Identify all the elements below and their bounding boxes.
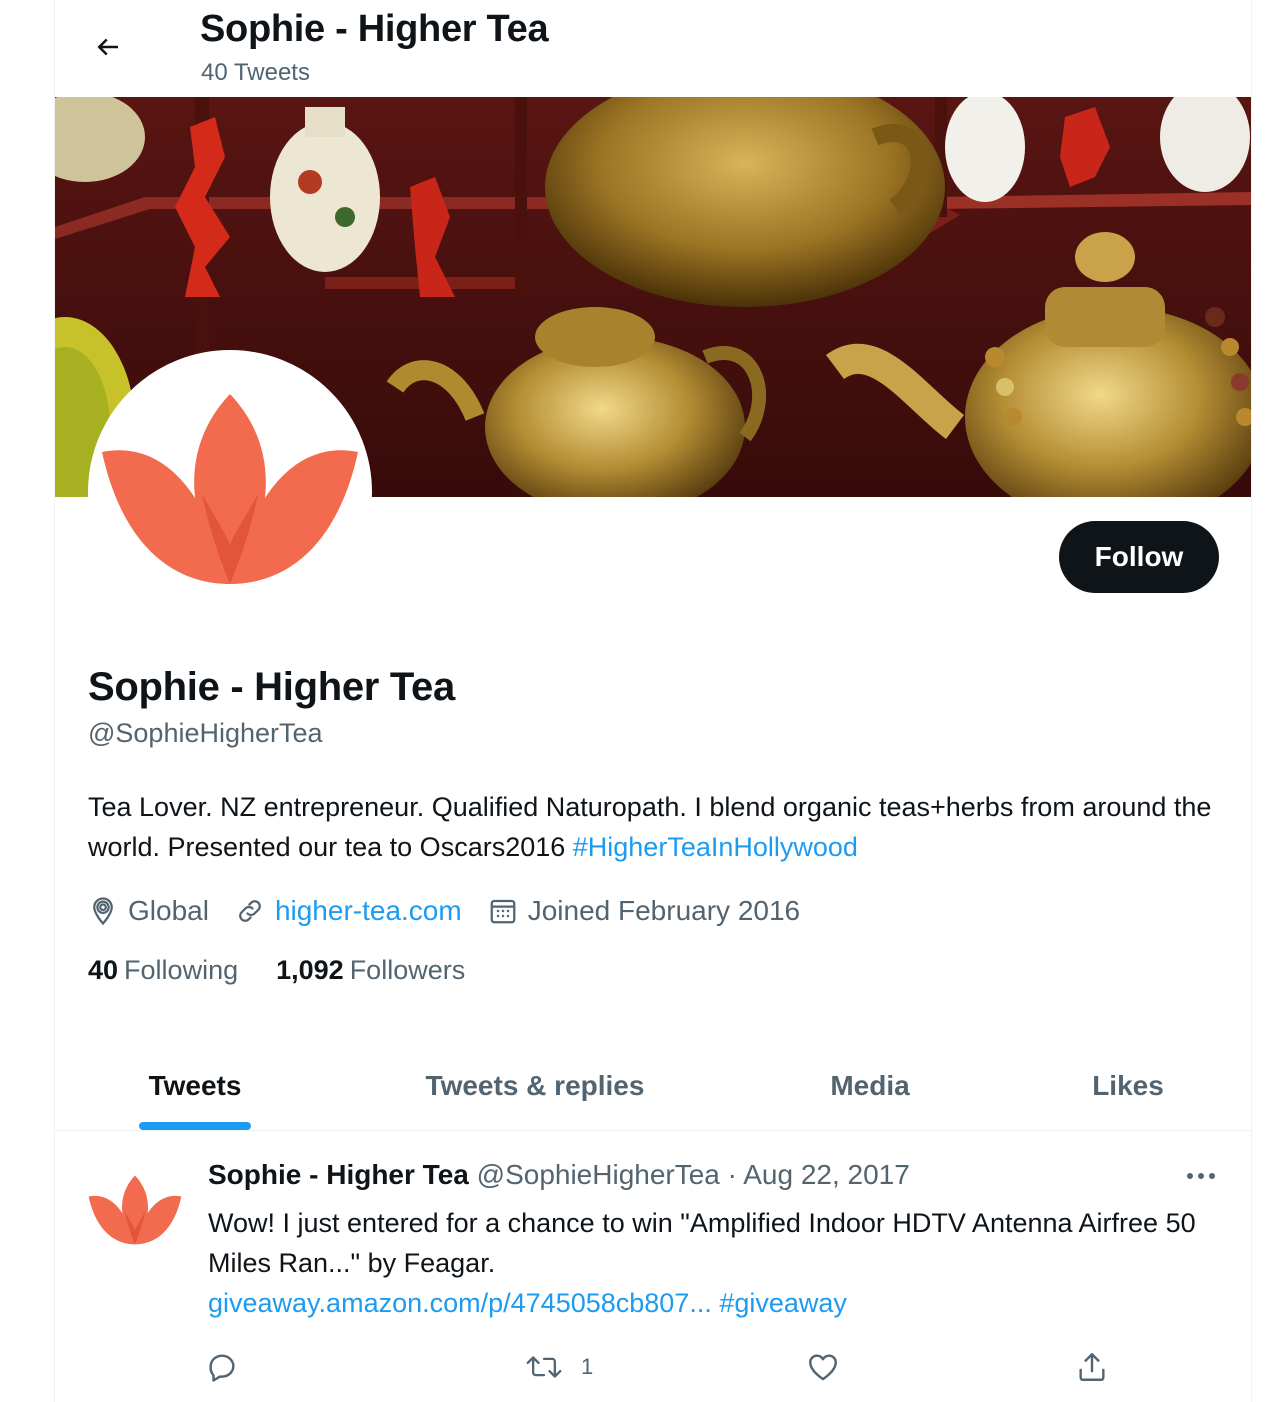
- tweet-text: Wow! I just entered for a chance to win …: [208, 1208, 1196, 1278]
- follow-button[interactable]: Follow: [1059, 521, 1219, 593]
- share-icon: [1079, 1353, 1105, 1381]
- joined-text: Joined February 2016: [527, 895, 801, 926]
- reply-button[interactable]: [205, 1345, 239, 1389]
- lotus-logo-icon: [85, 1161, 185, 1261]
- following-count-link[interactable]: 40 Following: [88, 955, 238, 986]
- back-button[interactable]: [85, 24, 131, 70]
- tab-tweets[interactable]: Tweets: [55, 1040, 335, 1131]
- tweet-more-button[interactable]: [1183, 1161, 1219, 1191]
- bio-hashtag-link[interactable]: #HigherTeaInHollywood: [573, 832, 858, 862]
- profile-tabs: Tweets Tweets & replies Media Likes: [55, 1040, 1251, 1131]
- tab-likes[interactable]: Likes: [1005, 1040, 1251, 1131]
- tweet-separator: ·: [727, 1159, 737, 1190]
- profile-column: Sophie - Higher Tea 40 Tweets Follow Sop…: [54, 0, 1252, 1402]
- header-title: Sophie - Higher Tea: [200, 8, 549, 50]
- tweet-author-name[interactable]: Sophie - Higher Tea: [208, 1159, 469, 1190]
- followers-count-link[interactable]: 1,092 Followers: [276, 955, 465, 986]
- following-label: Following: [124, 955, 239, 985]
- lotus-logo-icon: [92, 354, 368, 630]
- tweet-body: Wow! I just entered for a chance to win …: [208, 1203, 1208, 1323]
- website-item: higher-tea.com: [235, 895, 462, 927]
- header-tweet-count: 40 Tweets: [201, 59, 310, 86]
- profile-header: Sophie - Higher Tea 40 Tweets: [55, 0, 1251, 97]
- arrow-left-icon: [97, 38, 118, 56]
- location-item: Global: [88, 895, 209, 927]
- tweet-date[interactable]: Aug 22, 2017: [743, 1159, 910, 1190]
- tweet-header: Sophie - Higher Tea @SophieHigherTea · A…: [208, 1159, 910, 1191]
- calendar-icon: [490, 899, 516, 924]
- retweet-button[interactable]: 1: [525, 1345, 593, 1389]
- location-text: Global: [128, 895, 209, 926]
- location-pin-icon: [93, 897, 113, 926]
- profile-counts: 40 Following 1,092 Followers: [88, 955, 503, 986]
- tab-media[interactable]: Media: [735, 1040, 1005, 1131]
- joined-item: Joined February 2016: [488, 895, 800, 927]
- share-button[interactable]: [1075, 1345, 1109, 1389]
- tab-tweets-and-replies[interactable]: Tweets & replies: [335, 1040, 735, 1131]
- active-tab-indicator: [139, 1122, 251, 1130]
- tweet-link[interactable]: giveaway.amazon.com/p/4745058cb807...: [208, 1288, 712, 1318]
- reply-icon: [209, 1354, 235, 1382]
- profile-avatar[interactable]: [88, 350, 372, 634]
- profile-handle: @SophieHigherTea: [88, 718, 323, 748]
- link-icon: [239, 900, 261, 922]
- followers-count: 1,092: [276, 955, 344, 985]
- tweet-avatar[interactable]: [85, 1161, 185, 1261]
- tweet-hashtag[interactable]: #giveaway: [719, 1288, 847, 1318]
- tweet-author-handle[interactable]: @SophieHigherTea: [477, 1159, 720, 1190]
- profile-meta: Global higher-tea.com Joined February 20…: [88, 891, 826, 931]
- following-count: 40: [88, 955, 119, 985]
- more-horizontal-icon: [1187, 1173, 1215, 1179]
- tweet-item[interactable]: Sophie - Higher Tea @SophieHigherTea · A…: [55, 1131, 1251, 1402]
- profile-bio: Tea Lover. NZ entrepreneur. Qualified Na…: [88, 787, 1218, 867]
- followers-label: Followers: [349, 955, 466, 985]
- retweet-count: 1: [581, 1354, 594, 1379]
- website-link[interactable]: higher-tea.com: [275, 895, 462, 927]
- heart-icon: [809, 1354, 837, 1381]
- retweet-icon: [526, 1356, 562, 1378]
- tweet-actions: 1: [205, 1345, 1105, 1389]
- like-button[interactable]: [805, 1345, 841, 1389]
- profile-name: Sophie - Higher Tea: [88, 665, 455, 709]
